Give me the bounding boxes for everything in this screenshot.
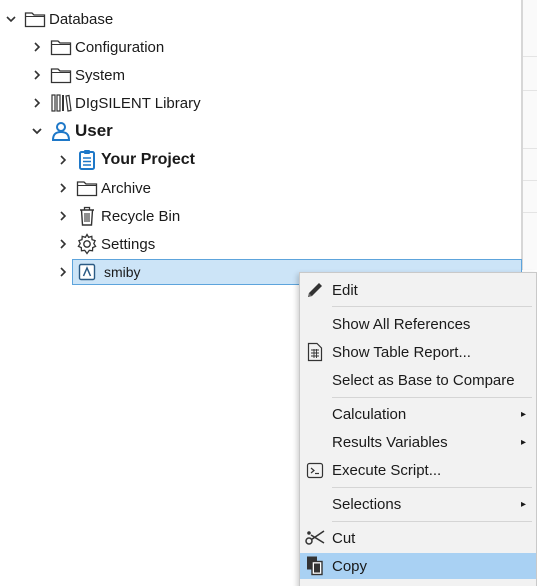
trash-icon (76, 205, 98, 227)
script-icon (76, 261, 98, 283)
side-panel (523, 0, 537, 270)
table-report-icon (303, 340, 327, 364)
menu-item-label: Show Table Report... (332, 343, 471, 361)
menu-item-copy[interactable]: Copy (300, 553, 536, 579)
gear-icon (76, 233, 98, 255)
tree-node-label: System (75, 66, 126, 84)
tree-node-label: Configuration (75, 38, 165, 56)
tree-node-user[interactable]: User (30, 117, 113, 145)
menu-item-label: Cut (332, 529, 356, 547)
menu-separator (332, 487, 532, 488)
menu-item-execute-script[interactable]: Execute Script... (300, 457, 536, 483)
chevron-down-icon[interactable] (4, 12, 18, 26)
chevron-right-icon[interactable] (30, 68, 44, 82)
menu-item-cut[interactable]: Cut (300, 525, 536, 551)
chevron-right-icon[interactable] (56, 181, 70, 195)
folder-icon (50, 36, 72, 58)
tree-node-configuration[interactable]: Configuration (30, 33, 164, 61)
folder-icon (50, 64, 72, 86)
menu-item-label: Selections (332, 495, 402, 513)
chevron-right-icon[interactable] (30, 40, 44, 54)
tree-node-label: Database (49, 10, 114, 28)
menu-item-results-variables[interactable]: Results Variables ▸ (300, 429, 536, 455)
menu-separator (332, 397, 532, 398)
tree-node-label: Recycle Bin (101, 207, 181, 225)
tree-node-label: Archive (101, 179, 152, 197)
submenu-arrow-icon: ▸ (520, 498, 526, 510)
tree-node-system[interactable]: System (30, 61, 125, 89)
tree-node-label: DIgSILENT Library (75, 94, 201, 112)
tree-node-database[interactable]: Database (4, 5, 113, 33)
submenu-arrow-icon: ▸ (520, 436, 526, 448)
chevron-right-icon[interactable] (56, 153, 70, 167)
context-menu: Edit Show All References Show Table Repo… (299, 272, 537, 586)
menu-item-show-all-references[interactable]: Show All References (300, 311, 536, 337)
menu-item-label: Show All References (332, 315, 471, 333)
folder-icon (24, 8, 46, 30)
chevron-right-icon[interactable] (56, 265, 70, 279)
user-icon (50, 120, 72, 142)
tree-node-archive[interactable]: Archive (56, 174, 151, 202)
menu-item-selections[interactable]: Selections ▸ (300, 491, 536, 517)
menu-item-label: Copy (332, 557, 368, 575)
submenu-arrow-icon: ▸ (520, 408, 526, 420)
menu-item-edit[interactable]: Edit (300, 277, 536, 303)
folder-icon (76, 177, 98, 199)
database-tree-window: Database Configuration System DIgSILENT … (0, 0, 537, 586)
menu-item-label: Execute Script... (332, 461, 442, 479)
menu-item-label: Calculation (332, 405, 407, 423)
tree-node-library[interactable]: DIgSILENT Library (30, 89, 201, 117)
menu-item-select-as-base-to-compare[interactable]: Select as Base to Compare (300, 367, 536, 393)
chevron-down-icon[interactable] (30, 124, 44, 138)
tree-node-recycle-bin[interactable]: Recycle Bin (56, 202, 180, 230)
tree-node-your-project[interactable]: Your Project (56, 146, 195, 174)
menu-separator (332, 306, 532, 307)
menu-item-label: Results Variables (332, 433, 448, 451)
chevron-right-icon[interactable] (56, 237, 70, 251)
console-script-icon (303, 458, 327, 482)
menu-item-label: Edit (332, 281, 358, 299)
project-icon (76, 149, 98, 171)
menu-item-label: Select as Base to Compare (332, 371, 515, 389)
pencil-icon (303, 278, 327, 302)
tree-node-label: smiby (104, 264, 141, 280)
library-icon (50, 92, 72, 114)
copy-icon (303, 554, 327, 578)
tree-node-label: Settings (101, 235, 156, 253)
menu-item-calculation[interactable]: Calculation ▸ (300, 401, 536, 427)
menu-separator (332, 521, 532, 522)
tree-node-smiby[interactable]: smiby (56, 258, 141, 286)
chevron-right-icon[interactable] (56, 209, 70, 223)
scissors-icon (303, 526, 327, 550)
menu-item-show-table-report[interactable]: Show Table Report... (300, 339, 536, 365)
tree-node-label: User (75, 121, 113, 140)
tree-node-settings[interactable]: Settings (56, 230, 155, 258)
chevron-right-icon[interactable] (30, 96, 44, 110)
tree-node-label: Your Project (101, 151, 195, 168)
